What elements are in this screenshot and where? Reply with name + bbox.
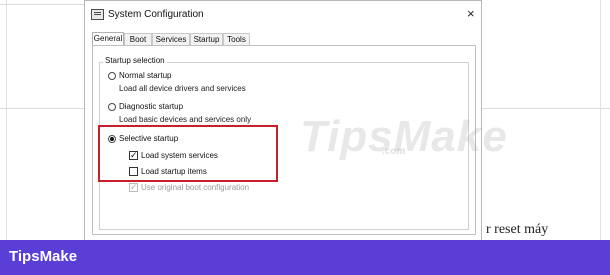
normal-startup-radio[interactable] (108, 72, 116, 80)
tab-boot[interactable]: Boot (124, 33, 152, 45)
divider (600, 0, 601, 240)
tab-general[interactable]: General (92, 32, 124, 46)
selective-startup-highlight (98, 125, 278, 182)
tab-tools[interactable]: Tools (223, 33, 250, 45)
brand-logo-text: TipsMake (9, 248, 78, 265)
divider (0, 4, 84, 5)
close-icon[interactable]: × (467, 7, 475, 20)
diagnostic-startup-radio[interactable] (108, 103, 116, 111)
divider (482, 108, 610, 109)
divider (6, 0, 7, 240)
tab-startup[interactable]: Startup (190, 33, 223, 45)
footer-bar: TipsMake (0, 240, 610, 275)
background-text: r reset máy (486, 222, 549, 237)
title-bar[interactable]: System Configuration × (85, 1, 481, 28)
tab-services[interactable]: Services (152, 33, 190, 45)
diagnostic-startup-description: Load basic devices and services only (119, 115, 252, 124)
startup-selection-label: Startup selection (103, 56, 167, 65)
watermark-suffix: .com (382, 146, 406, 157)
use-original-boot-config-label: Use original boot configuration (141, 183, 250, 192)
divider (0, 108, 84, 109)
use-original-boot-config-checkbox: ✓ (129, 182, 138, 192)
normal-startup-description: Load all device drivers and services (119, 84, 246, 93)
msconfig-window-icon (91, 9, 104, 20)
normal-startup-label[interactable]: Normal startup (119, 71, 171, 80)
diagnostic-startup-label[interactable]: Diagnostic startup (119, 102, 183, 111)
window-title: System Configuration (108, 9, 204, 20)
